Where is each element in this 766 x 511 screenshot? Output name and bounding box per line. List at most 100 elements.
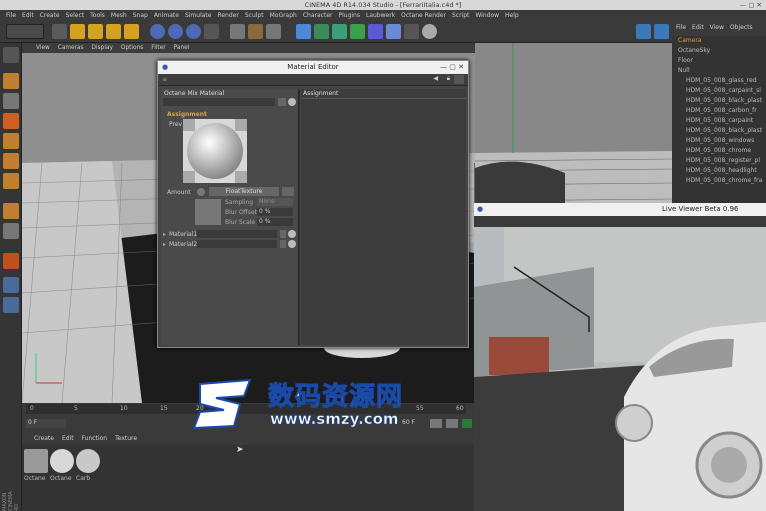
om-menu-file[interactable]: File: [676, 24, 686, 34]
menu-mograph[interactable]: MoGraph: [270, 12, 297, 19]
object-item-octanesky[interactable]: OctaneSky: [678, 47, 710, 54]
vp-menu-cameras[interactable]: Cameras: [58, 43, 84, 53]
polygons-mode-icon[interactable]: [3, 173, 19, 189]
y-axis-icon[interactable]: [168, 24, 183, 39]
float-texture-button[interactable]: FloatTexture: [209, 187, 279, 196]
mm-menu-function[interactable]: Function: [82, 435, 108, 445]
assignment-section-label[interactable]: Assignment: [167, 111, 207, 118]
object-item[interactable]: HDM_05_008_black_plast: [686, 127, 762, 134]
menu-script[interactable]: Script: [452, 12, 469, 19]
lock-icon[interactable]: 🔒︎: [447, 75, 450, 83]
material-name-field[interactable]: [163, 98, 275, 106]
blur-offset-field[interactable]: 0 %: [257, 208, 293, 216]
menu-animate[interactable]: Animate: [154, 12, 179, 19]
spline-pen-icon[interactable]: [314, 24, 329, 39]
amount-keyframe-icon[interactable]: [197, 188, 205, 196]
mm-menu-edit[interactable]: Edit: [62, 435, 74, 445]
live-viewer-title-bar[interactable]: ● Live Viewer Beta 0.96: [474, 203, 766, 216]
frame-start-field[interactable]: 0 F: [26, 419, 66, 428]
menu-character[interactable]: Character: [303, 12, 333, 19]
undo-icon[interactable]: [6, 24, 44, 39]
layout-icon-1[interactable]: [636, 24, 651, 39]
material-swatch[interactable]: [50, 449, 74, 473]
menu-file[interactable]: File: [6, 12, 16, 19]
material-editor-title-bar[interactable]: Material Editor ● — ▢ ✕: [158, 61, 468, 74]
menu-lines-icon[interactable]: ≡: [162, 76, 167, 83]
move-icon[interactable]: [70, 24, 85, 39]
object-item[interactable]: HDM_05_008_carpaint: [686, 117, 753, 124]
add-object-icon[interactable]: [124, 24, 139, 39]
scale-icon[interactable]: [88, 24, 103, 39]
expand-icon[interactable]: [454, 75, 464, 84]
vp-menu-panel[interactable]: Panel: [174, 43, 190, 53]
material2-spinner[interactable]: [280, 240, 286, 248]
sampling-select[interactable]: None: [257, 198, 293, 206]
menu-select[interactable]: Select: [66, 12, 85, 19]
cube-icon[interactable]: [296, 24, 311, 39]
model-mode-icon[interactable]: [3, 73, 19, 89]
object-item[interactable]: HDM_05_008_black_plast: [686, 97, 762, 104]
menu-snap[interactable]: Snap: [133, 12, 148, 19]
workplane-lock-icon[interactable]: [3, 277, 19, 293]
menu-help[interactable]: Help: [505, 12, 519, 19]
render-settings-icon[interactable]: [266, 24, 281, 39]
material2-target-icon[interactable]: [288, 240, 296, 248]
om-menu-view[interactable]: View: [710, 24, 724, 34]
z-axis-icon[interactable]: [186, 24, 201, 39]
object-item[interactable]: HDM_05_008_chrome: [686, 147, 751, 154]
mm-menu-texture[interactable]: Texture: [115, 435, 137, 445]
axis-mode-icon[interactable]: [3, 203, 19, 219]
vp-menu-options[interactable]: Options: [121, 43, 143, 53]
secondary-viewport[interactable]: [475, 43, 672, 203]
menu-render[interactable]: Render: [217, 12, 238, 19]
material1-expand-icon[interactable]: ▸: [163, 231, 166, 238]
points-mode-icon[interactable]: [3, 133, 19, 149]
menu-mesh[interactable]: Mesh: [111, 12, 127, 19]
material1-spinner[interactable]: [280, 230, 286, 238]
array-icon[interactable]: [350, 24, 365, 39]
play-icon[interactable]: [462, 419, 472, 428]
scene-icon[interactable]: [386, 24, 401, 39]
object-item-floor[interactable]: Floor: [678, 57, 693, 64]
menu-laubwerk[interactable]: Laubwerk: [366, 12, 395, 19]
menu-octane-render[interactable]: Octane Render: [401, 12, 446, 19]
workplane-icon[interactable]: [3, 113, 19, 129]
texture-options-button[interactable]: [282, 187, 294, 196]
om-menu-objects[interactable]: Objects: [730, 24, 753, 34]
object-item[interactable]: HDM_05_008_carpaint_sl: [686, 87, 761, 94]
record-icon[interactable]: [446, 419, 458, 428]
layout-icon-2[interactable]: [654, 24, 669, 39]
live-viewer-render[interactable]: [474, 227, 766, 511]
object-item[interactable]: HDM_05_008_register_pl: [686, 157, 760, 164]
menu-tools[interactable]: Tools: [90, 12, 105, 19]
material-swatch[interactable]: [76, 449, 100, 473]
object-item[interactable]: HDM_05_008_carbon_fr: [686, 107, 757, 114]
texture-thumbnail[interactable]: [195, 199, 221, 225]
menu-create[interactable]: Create: [40, 12, 60, 19]
nurbs-icon[interactable]: [332, 24, 347, 39]
object-item-null[interactable]: Null: [678, 67, 690, 74]
vp-menu-view[interactable]: View: [36, 43, 50, 53]
coordinate-system-icon[interactable]: [204, 24, 219, 39]
pane-divider[interactable]: [298, 89, 300, 345]
object-item[interactable]: HDM_05_008_headlight: [686, 167, 757, 174]
back-arrow-icon[interactable]: ◀: [433, 75, 438, 82]
material-target-icon[interactable]: [288, 98, 296, 106]
camera-icon[interactable]: [404, 24, 419, 39]
material-swatch[interactable]: [24, 449, 48, 473]
edges-mode-icon[interactable]: [3, 153, 19, 169]
material-preview[interactable]: [183, 119, 247, 183]
menu-edit[interactable]: Edit: [22, 12, 34, 19]
menu-sculpt[interactable]: Sculpt: [245, 12, 264, 19]
menu-simulate[interactable]: Simulate: [185, 12, 212, 19]
object-item[interactable]: HDM_05_008_glass_red: [686, 77, 757, 84]
menu-window[interactable]: Window: [475, 12, 499, 19]
texture-mode-icon[interactable]: [3, 93, 19, 109]
make-editable-icon[interactable]: [3, 47, 19, 63]
field-spinner[interactable]: [278, 98, 286, 106]
vp-menu-display[interactable]: Display: [92, 43, 113, 53]
vp-menu-filter[interactable]: Filter: [151, 43, 165, 53]
material1-target-icon[interactable]: [288, 230, 296, 238]
material1-field[interactable]: [197, 230, 277, 238]
menu-plugins[interactable]: Plugins: [338, 12, 360, 19]
